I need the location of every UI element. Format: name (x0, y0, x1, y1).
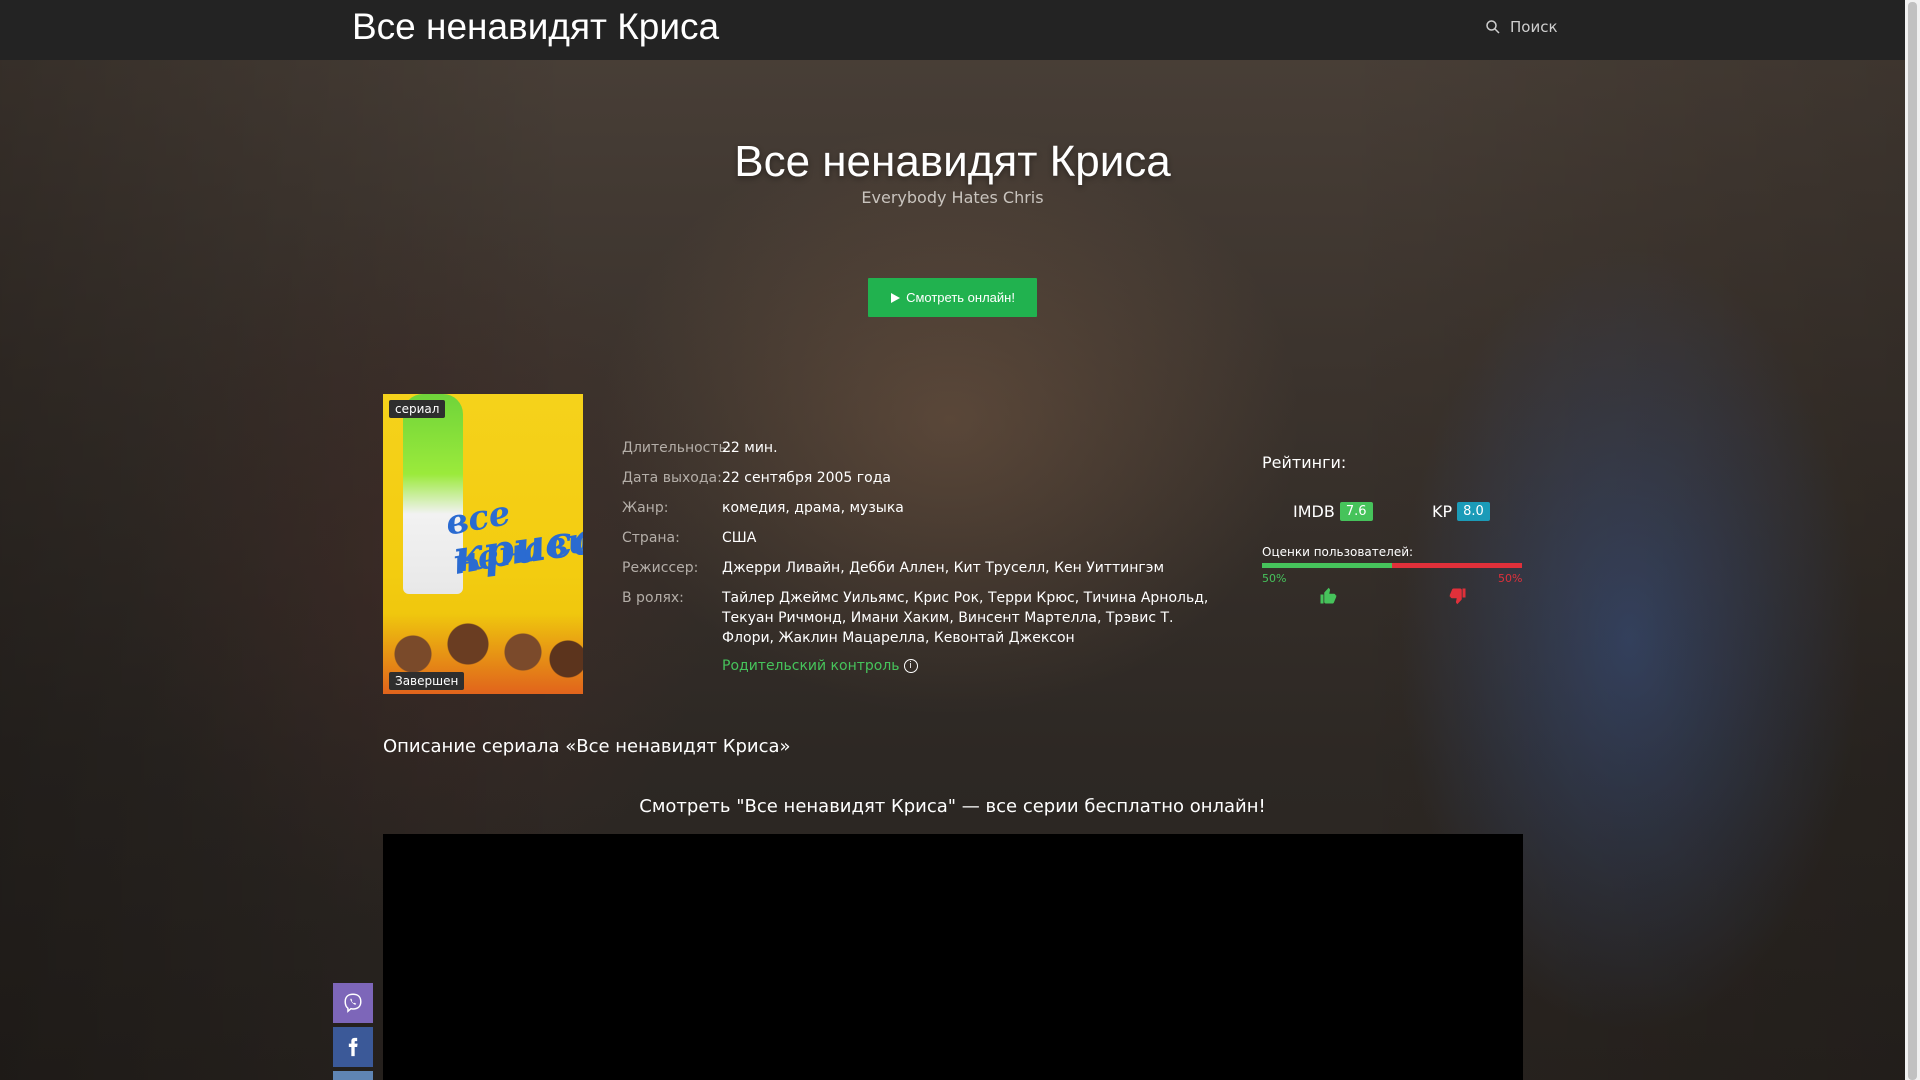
search-label: Поиск (1510, 18, 1558, 36)
imdb-score: 7.6 (1339, 502, 1373, 521)
detail-value[interactable]: комедия, драма, музыка (722, 498, 1222, 518)
video-player[interactable] (383, 834, 1523, 1080)
type-badge: сериал (389, 400, 446, 418)
detail-label: Страна: (622, 530, 680, 546)
imdb-label: IMDB (1293, 502, 1335, 521)
poster-image[interactable]: все ненавидят криса сериал Завершен (383, 394, 583, 694)
detail-label: В ролях: (622, 590, 684, 606)
detail-value: 22 мин. (722, 440, 778, 456)
thumbs-up-icon[interactable] (1319, 587, 1337, 605)
original-title: Everybody Hates Chris (861, 188, 1044, 207)
detail-row-country: Страна: США (622, 528, 1222, 548)
search-icon (1486, 20, 1500, 34)
detail-row-duration: Длительность: 22 мин. (622, 438, 1222, 458)
thumbs-down-icon[interactable] (1449, 587, 1467, 605)
share-facebook-button[interactable] (333, 1027, 373, 1067)
scrollbar-thumb[interactable] (1908, 2, 1917, 1080)
details-list: Длительность: 22 мин. Дата выхода: 22 се… (622, 438, 1222, 674)
page-title: Все ненавидят Криса (734, 137, 1171, 186)
imdb-rating: IMDB 7.6 (1293, 502, 1373, 521)
search-button[interactable]: Поиск (1484, 18, 1558, 36)
info-icon: i (903, 659, 918, 673)
ratings-title: Рейтинги: (1262, 453, 1347, 472)
detail-row-director: Режиссер: Джерри Ливайн, Дебби Аллен, Ки… (622, 558, 1222, 578)
detail-row-genre: Жанр: комедия, драма, музыка (622, 498, 1222, 518)
detail-row-release-date: Дата выхода: 22 сентября 2005 года (622, 468, 1222, 488)
parental-control-label: Родительский контроль (722, 658, 900, 674)
facebook-icon (348, 1037, 358, 1057)
play-icon (891, 292, 901, 303)
watch-online-button[interactable]: Смотреть онлайн! (868, 278, 1037, 317)
viber-icon (344, 993, 362, 1013)
kp-label: KP (1432, 502, 1453, 521)
detail-value[interactable]: США (722, 528, 1222, 548)
detail-value: 22 сентября 2005 года (722, 470, 891, 486)
watch-online-label: Смотреть онлайн! (906, 290, 1015, 305)
scrollbar[interactable] (1905, 0, 1920, 1080)
like-bar (1262, 563, 1392, 568)
kp-rating: KP 8.0 (1432, 502, 1490, 521)
top-bar: Все ненавидят Криса Поиск (0, 0, 1905, 60)
detail-label: Режиссер: (622, 560, 699, 576)
share-vk-button[interactable] (333, 1071, 373, 1080)
user-rating-bar (1262, 563, 1522, 568)
detail-row-cast: В ролях: Тайлер Джеймс Уильямс, Крис Рок… (622, 588, 1222, 648)
site-title[interactable]: Все ненавидят Криса (352, 6, 719, 48)
parental-control-link[interactable]: Родительский контроль i (722, 658, 1222, 674)
detail-label: Длительность: (622, 440, 732, 456)
watch-heading: Смотреть "Все ненавидят Криса" — все сер… (639, 796, 1266, 817)
description-title: Описание сериала «Все ненавидят Криса» (383, 736, 791, 757)
detail-value[interactable]: Тайлер Джеймс Уильямс, Крис Рок, Терри К… (722, 588, 1222, 648)
status-badge: Завершен (389, 672, 465, 690)
dislike-bar (1392, 563, 1522, 568)
detail-value[interactable]: Джерри Ливайн, Дебби Аллен, Кит Труселл,… (722, 558, 1222, 578)
like-percent: 50% (1262, 572, 1287, 585)
user-ratings-label: Оценки пользователей: (1262, 545, 1414, 559)
kp-score: 8.0 (1457, 502, 1490, 521)
detail-label: Жанр: (622, 500, 669, 516)
dislike-percent: 50% (1498, 572, 1523, 585)
detail-label: Дата выхода: (622, 470, 722, 486)
share-viber-button[interactable] (333, 983, 373, 1023)
